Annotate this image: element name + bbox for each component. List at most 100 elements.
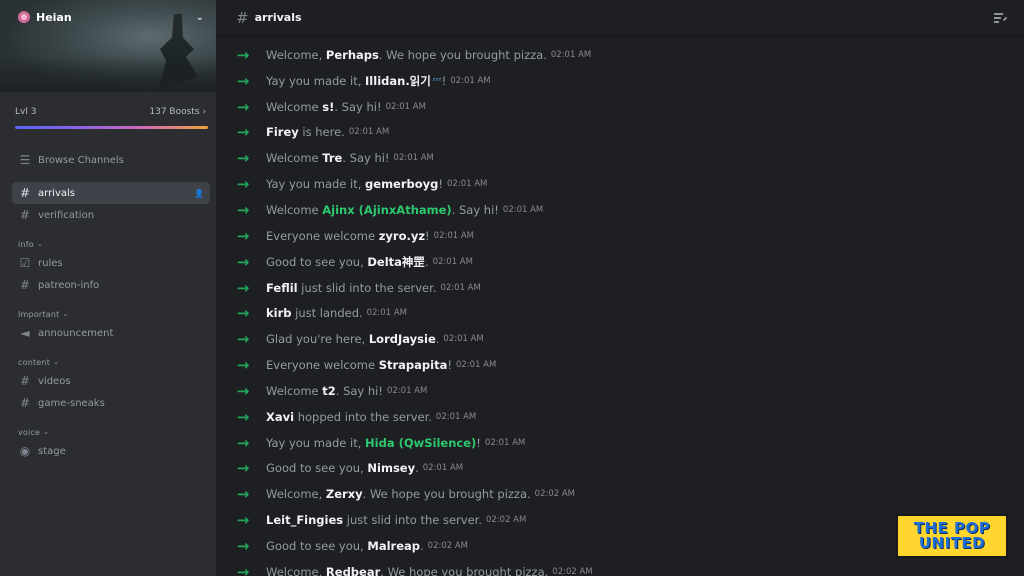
message-text: !: [447, 358, 452, 373]
join-message[interactable]: → Welcome, Perhaps. We hope you brought p…: [216, 42, 1024, 68]
message-text: !: [476, 435, 481, 450]
timestamp: 02:01 AM: [385, 101, 426, 112]
username[interactable]: LordJaysie: [369, 332, 436, 346]
browse-channels-button[interactable]: ☰ Browse Channels: [12, 149, 210, 171]
category-label: info: [18, 239, 34, 249]
boost-progress-row[interactable]: Lvl 3 137 Boosts ›: [0, 104, 216, 120]
join-message[interactable]: → kirb just landed. 02:01 AM: [216, 300, 1024, 326]
timestamp: 02:01 AM: [502, 204, 544, 215]
timestamp: 02:01 AM: [435, 411, 477, 422]
message-text: hopped into the server.: [294, 409, 432, 424]
message-text: . We hope you brought pizza.: [380, 564, 549, 576]
username[interactable]: Perhaps: [326, 48, 379, 62]
join-message[interactable]: → Everyone welcome Strapapita! 02:01 AM: [216, 352, 1024, 378]
join-message[interactable]: → Good to see you, Delta神罡. 02:01 AM: [216, 249, 1024, 275]
sleep-emoji: ᶻᶻᶻ: [432, 76, 442, 86]
channel-arrivals[interactable]: # arrivals 👤: [12, 182, 210, 204]
timestamp: 02:02 AM: [427, 540, 469, 551]
join-message[interactable]: → Welcome Ajinx (AjinxAthame). Say hi! 02:…: [216, 197, 1024, 223]
username[interactable]: gemerboyg: [365, 177, 438, 191]
join-message[interactable]: → Welcome s!. Say hi! 02:01 AM: [216, 94, 1024, 120]
channel-game-sneaks[interactable]: # game-sneaks: [12, 392, 210, 414]
join-message[interactable]: → Welcome t2. Say hi! 02:01 AM: [216, 378, 1024, 404]
join-arrow-icon: →: [236, 175, 250, 194]
channel-announcement[interactable]: ◄ announcement: [12, 322, 210, 344]
threads-icon[interactable]: [992, 11, 1008, 25]
join-message[interactable]: → Glad you're here, LordJaysie. 02:01 AM: [216, 326, 1024, 352]
username[interactable]: Malreap: [367, 539, 420, 553]
boost-count: 137 Boosts ›: [149, 107, 206, 117]
chevron-down-icon[interactable]: ⌄: [196, 12, 204, 23]
add-member-icon[interactable]: 👤: [194, 189, 204, 198]
join-arrow-icon: →: [236, 536, 250, 555]
join-message[interactable]: → Feflil just slid into the server. 02:01 …: [216, 275, 1024, 301]
username[interactable]: Feflil: [266, 281, 298, 295]
join-arrow-icon: →: [236, 304, 250, 323]
channel-verification[interactable]: # verification: [12, 204, 210, 226]
username[interactable]: Nimsey: [367, 461, 415, 475]
hash-icon: #: [19, 278, 31, 292]
timestamp: 02:01 AM: [440, 282, 481, 293]
message-text: Welcome,: [266, 47, 326, 62]
join-message[interactable]: → Welcome Tre. Say hi! 02:01 AM: [216, 145, 1024, 171]
message-text: !: [438, 177, 444, 192]
channel-rules[interactable]: ☑ rules: [12, 252, 210, 274]
username[interactable]: Zerxy: [326, 487, 363, 501]
username[interactable]: t2: [322, 384, 336, 398]
category-voice[interactable]: voice ⌄: [0, 424, 216, 440]
category-important[interactable]: Important ⌄: [0, 306, 216, 322]
join-arrow-icon: →: [236, 330, 250, 349]
username[interactable]: Leit_Fingies: [266, 513, 343, 527]
join-message[interactable]: → Welcome, Redbear. We hope you brought p…: [216, 559, 1024, 576]
timestamp: 02:01 AM: [433, 230, 475, 241]
join-message[interactable]: → Firey is here. 02:01 AM: [216, 120, 1024, 146]
message-text: .: [415, 461, 419, 476]
username[interactable]: Xavi: [266, 410, 294, 424]
username[interactable]: Tre: [322, 151, 342, 165]
timestamp: 02:01 AM: [443, 334, 484, 345]
join-message[interactable]: → Yay you made it, gemerboyg! 02:01 AM: [216, 171, 1024, 197]
join-message[interactable]: → Everyone welcome zyro.yz! 02:01 AM: [216, 223, 1024, 249]
timestamp: 02:01 AM: [366, 308, 408, 319]
username[interactable]: Delta神罡: [367, 254, 425, 270]
join-message[interactable]: → Welcome, Zerxy. We hope you brought piz…: [216, 481, 1024, 507]
username[interactable]: Ajinx (AjinxAthame): [322, 203, 451, 217]
message-text: . Say hi!: [342, 151, 390, 166]
username[interactable]: Firey: [266, 125, 299, 139]
category-label: content: [18, 357, 51, 367]
channel-patreon-info[interactable]: # patreon-info: [12, 274, 210, 296]
boost-progress-bar: [15, 126, 208, 129]
category-info[interactable]: info ⌄: [0, 236, 216, 252]
message-text: Glad you're here,: [266, 332, 369, 347]
category-content[interactable]: content ⌄: [0, 354, 216, 370]
join-arrow-icon: →: [236, 562, 250, 576]
chat-area: # arrivals → Welcome, Perhaps. We hope yo…: [216, 0, 1024, 576]
join-message[interactable]: → Yay you made it, Hida (QwSilence)! 02:01…: [216, 430, 1024, 456]
join-message[interactable]: → Good to see you, Nimsey. 02:01 AM: [216, 456, 1024, 482]
chevron-right-icon: ›: [202, 107, 206, 117]
join-message[interactable]: → Xavi hopped into the server. 02:01 AM: [216, 404, 1024, 430]
server-header[interactable]: Heian ⌄: [0, 0, 216, 34]
channel-videos[interactable]: # videos: [12, 370, 210, 392]
username[interactable]: Redbear: [326, 565, 380, 576]
timestamp: 02:01 AM: [386, 385, 428, 396]
username[interactable]: kirb: [266, 306, 292, 320]
username[interactable]: s!: [322, 100, 334, 114]
message-text: Welcome: [266, 151, 323, 166]
channel-title: arrivals: [254, 11, 302, 24]
timestamp: 02:01 AM: [450, 75, 491, 86]
message-text: Good to see you,: [266, 538, 368, 553]
username[interactable]: zyro.yz: [379, 229, 425, 243]
message-text: . Say hi!: [335, 383, 383, 398]
timestamp: 02:01 AM: [393, 153, 434, 164]
channel-stage[interactable]: ◉ stage: [12, 440, 210, 462]
hash-icon: #: [19, 186, 31, 200]
join-message[interactable]: → Yay you made it, Illidan.읽기 ᶻᶻᶻ! 02:01 AM: [216, 68, 1024, 94]
join-arrow-icon: →: [236, 252, 250, 271]
channel-header: # arrivals: [216, 0, 1024, 36]
username[interactable]: Hida (QwSilence): [365, 436, 476, 450]
username[interactable]: Illidan.읽기: [365, 73, 431, 89]
username[interactable]: Strapapita: [379, 358, 448, 372]
channel-label: game-sneaks: [38, 397, 105, 409]
channel-label: patreon-info: [38, 279, 100, 291]
